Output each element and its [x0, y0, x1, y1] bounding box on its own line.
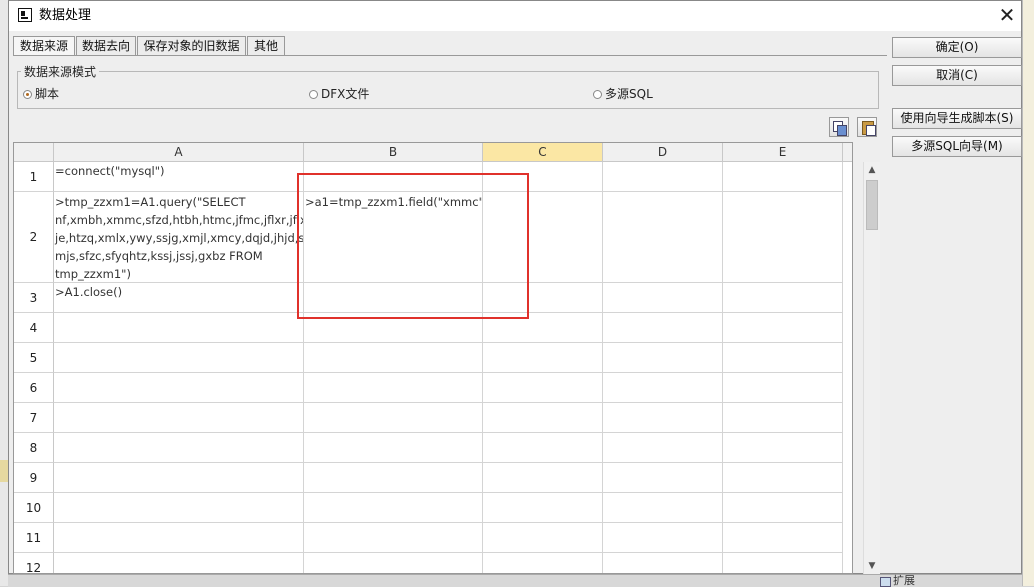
vertical-scrollbar[interactable]: ▲ ▼ [863, 162, 880, 574]
background-window-right-edge [1022, 0, 1034, 586]
wizard-generate-script-button[interactable]: 使用向导生成脚本(S) [892, 108, 1022, 129]
radio-unselected-icon [309, 90, 318, 99]
multi-sql-wizard-button[interactable]: 多源SQL向导(M) [892, 136, 1022, 157]
row-header-4[interactable]: 4 [14, 313, 54, 343]
data-processing-dialog: 数据处理 ✕ 数据来源 数据去向 保存对象的旧数据 其他 数据来源模式 脚本 D… [8, 0, 1022, 574]
empty-cells-column-c[interactable] [483, 313, 603, 573]
source-mode-title: 数据来源模式 [21, 65, 100, 79]
tab-other[interactable]: 其他 [247, 36, 285, 55]
cell-a3[interactable]: >A1.close() [54, 283, 304, 313]
radio-script-label: 脚本 [35, 87, 60, 101]
source-mode-group [17, 71, 879, 109]
row-header-7[interactable]: 7 [14, 403, 54, 433]
tab-data-source[interactable]: 数据来源 [13, 36, 75, 56]
column-header-a[interactable]: A [54, 143, 304, 162]
tab-save-old-data[interactable]: 保存对象的旧数据 [137, 36, 246, 55]
close-button[interactable]: ✕ [995, 4, 1019, 28]
background-tree-label: 扩展 [893, 574, 915, 587]
save-disk-icon [18, 8, 32, 22]
column-header-e[interactable]: E [723, 143, 843, 162]
cell-d2[interactable] [603, 192, 723, 283]
radio-multi-sql-label: 多源SQL [605, 87, 653, 101]
dialog-title: 数据处理 [39, 8, 92, 23]
copy-icon[interactable] [829, 117, 849, 137]
column-header-b[interactable]: B [304, 143, 483, 162]
radio-dfx-file[interactable]: DFX文件 [309, 87, 369, 101]
row-header-2[interactable]: 2 [14, 192, 54, 283]
background-window-bottom-edge [8, 574, 1022, 587]
highlight-annotation-box [297, 173, 529, 319]
radio-dfx-label: DFX文件 [321, 87, 370, 101]
cancel-button[interactable]: 取消(C) [892, 65, 1022, 86]
empty-cells-column-a[interactable] [54, 313, 304, 573]
paste-icon[interactable] [857, 117, 877, 137]
column-header-c[interactable]: C [483, 143, 603, 162]
cell-e2[interactable] [723, 192, 843, 283]
cell-a2[interactable]: >tmp_zzxm1=A1.query("SELECT nf,xmbh,xmmc… [54, 192, 304, 283]
radio-selected-icon [23, 90, 32, 99]
empty-cells-column-d[interactable] [603, 313, 723, 573]
scroll-up-icon[interactable]: ▲ [864, 162, 880, 178]
cell-a2-line-1: >tmp_zzxm1=A1.query("SELECT [55, 195, 246, 209]
ok-button[interactable]: 确定(O) [892, 37, 1022, 58]
tab-panel-border [13, 55, 887, 56]
radio-multi-sql[interactable]: 多源SQL [593, 87, 653, 101]
column-header-d[interactable]: D [603, 143, 723, 162]
scroll-down-icon[interactable]: ▼ [864, 558, 880, 574]
column-header-filler [843, 143, 852, 162]
cell-a2-line-2: nf,xmbh,xmmc,sfzd,htbh,htmc,jfmc,jflxr,j… [55, 213, 303, 227]
row-header-10[interactable]: 10 [14, 493, 54, 523]
empty-cells-column-b[interactable] [304, 313, 483, 573]
row-header-11[interactable]: 11 [14, 523, 54, 553]
row-header-9[interactable]: 9 [14, 463, 54, 493]
radio-script[interactable]: 脚本 [23, 87, 59, 101]
row-header-8[interactable]: 8 [14, 433, 54, 463]
cell-a1[interactable]: =connect("mysql") [54, 162, 304, 192]
cell-a2-line-4: mjs,sfzc,sfyqhtz,kssj,jssj,gxbz FROM [55, 249, 263, 263]
cell-d1[interactable] [603, 162, 723, 192]
row-header-3[interactable]: 3 [14, 283, 54, 313]
empty-cells-column-e[interactable] [723, 313, 843, 573]
radio-unselected-icon [593, 90, 602, 99]
cell-e3[interactable] [723, 283, 843, 313]
cell-a2-line-3: je,htzq,xmlx,ywy,ssjg,xmjl,xmcy,dqjd,jhj… [55, 231, 304, 245]
cell-a2-line-5: tmp_zzxm1") [55, 267, 131, 281]
row-header-1[interactable]: 1 [14, 162, 54, 192]
cell-d3[interactable] [603, 283, 723, 313]
row-header-6[interactable]: 6 [14, 373, 54, 403]
cell-e1[interactable] [723, 162, 843, 192]
scroll-thumb[interactable] [866, 180, 878, 230]
title-bar: 数据处理 ✕ [9, 1, 1021, 31]
row-header-12[interactable]: 12 [14, 553, 54, 573]
row-header-5[interactable]: 5 [14, 343, 54, 373]
grid-corner[interactable] [14, 143, 54, 162]
tab-data-destination[interactable]: 数据去向 [76, 36, 136, 55]
